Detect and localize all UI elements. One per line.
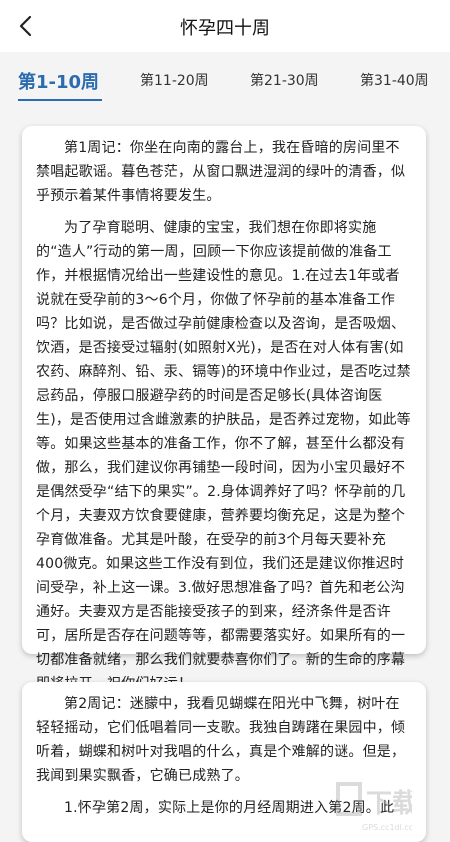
article-paragraph: 为了孕育聪明、健康的宝宝，我们想在你即将实施的“造人”行动的第一周，回顾一下你应… [36,220,411,692]
article-paragraph: 第2周记：迷朦中，我看见蝴蝶在阳光中飞舞，树叶在轻轻摇动，它们低唱着同一支歌。我… [36,696,406,784]
page-title: 怀孕四十周 [180,18,270,39]
active-tab-indicator [18,99,102,101]
tab-weeks-31-40[interactable]: 第31-40周 [360,70,429,90]
article-card-week-2: 第2周记：迷朦中，我看见蝴蝶在阳光中飞舞，树叶在轻轻摇动，它们低唱着同一支歌。我… [22,682,426,842]
article-card-week-1: 第1周记：你坐在向南的露台上，我在昏暗的房间里不禁唱起歌谣。暮色苍茫，从窗口飘进… [22,126,426,692]
tab-weeks-1-10[interactable]: 第1-10周 [18,68,99,94]
tab-weeks-11-20[interactable]: 第11-20周 [140,70,209,90]
article-paragraph: 第1周记：你坐在向南的露台上，我在昏暗的房间里不禁唱起歌谣。暮色苍茫，从窗口飘进… [36,140,406,204]
top-bar: 怀孕四十周 [0,0,450,52]
svg-text:GPS.cc1dl.com: GPS.cc1dl.com [362,823,412,832]
tab-weeks-21-30[interactable]: 第21-30周 [250,70,319,90]
week-tabs: 第1-10周 第11-20周 第21-30周 第31-40周 [0,52,450,114]
